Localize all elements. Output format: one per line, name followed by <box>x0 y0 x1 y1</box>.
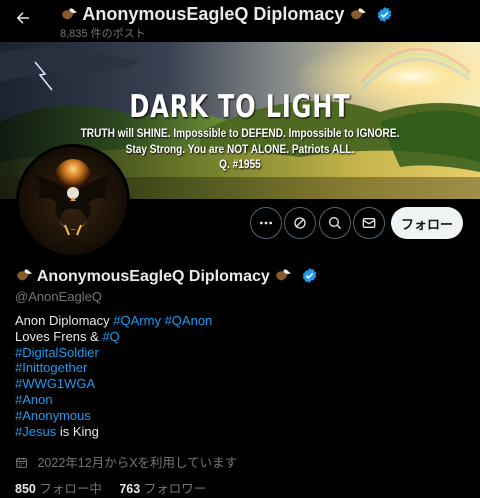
hashtag-link[interactable]: #WWG1WGA <box>15 376 95 391</box>
joined-date: 2022年12月からXを利用しています <box>15 452 237 471</box>
verified-badge-icon[interactable] <box>301 267 318 284</box>
header-title: AnonymousEagleQ Diplomacy <box>82 4 345 24</box>
hashtag-link[interactable]: #Inittogether <box>15 360 87 375</box>
eagle-emoji-icon <box>276 269 292 281</box>
profile-name: AnonymousEagleQ Diplomacy <box>36 268 270 285</box>
message-icon <box>362 218 376 228</box>
header-title-row: AnonymousEagleQ Diplomacy <box>60 4 393 25</box>
eagle-avatar-image <box>19 147 127 255</box>
banner-headline: DARK TO LIGHT <box>129 89 351 125</box>
hashtag-link[interactable]: #QAnon <box>165 313 213 328</box>
grok-button[interactable] <box>284 207 316 239</box>
profile-name-row: AnonymousEagleQ Diplomacy <box>15 267 318 286</box>
search-icon <box>329 217 342 230</box>
follow-button[interactable]: フォロー <box>391 207 463 239</box>
profile-handle: @AnonEagleQ <box>15 289 102 304</box>
followers-count: 763 <box>119 482 141 496</box>
grok-icon <box>294 217 306 229</box>
hashtag-link[interactable]: #Anonymous <box>15 408 91 423</box>
hashtag-link[interactable]: #Anon <box>15 392 53 407</box>
bio-text: is King <box>59 423 99 439</box>
top-bar: AnonymousEagleQ Diplomacy 8,835 件のポスト <box>0 0 480 42</box>
following-count: 850 <box>15 482 36 496</box>
hashtag-link[interactable]: #DigitalSoldier <box>15 345 99 360</box>
message-button[interactable] <box>353 207 385 239</box>
followers-link[interactable]: 763 フォロワー <box>119 482 206 496</box>
eagle-emoji-icon <box>351 8 367 20</box>
joined-text: 2022年12月からXを利用しています <box>37 456 238 470</box>
verified-badge-icon <box>378 7 392 22</box>
hashtag-link[interactable]: #Jesus <box>15 424 56 439</box>
profile-bio: Anon Diplomacy #QArmy #QAnon Loves Frens… <box>15 313 212 439</box>
back-arrow-icon[interactable] <box>14 9 32 27</box>
post-count: 8,835 件のポスト <box>60 28 146 40</box>
eagle-emoji-icon <box>16 269 32 281</box>
hashtag-link[interactable]: #QArmy <box>113 313 161 328</box>
eagle-emoji-icon <box>61 8 77 20</box>
banner-line-1: TRUTH will SHINE. Impossible to DEFEND. … <box>80 128 400 140</box>
bio-text: Anon Diplomacy <box>15 313 110 328</box>
more-icon <box>260 221 272 225</box>
avatar[interactable] <box>16 144 130 258</box>
hashtag-link[interactable]: #Q <box>102 329 119 344</box>
bio-text: Loves Frens & <box>15 328 99 344</box>
following-link[interactable]: 850 フォロー中 <box>15 482 102 496</box>
calendar-icon <box>16 457 27 468</box>
follow-stats: 850 フォロー中 763 フォロワー <box>15 478 206 497</box>
following-label: フォロー中 <box>39 482 102 496</box>
followers-label: フォロワー <box>143 482 207 496</box>
search-button[interactable] <box>319 207 351 239</box>
more-button[interactable] <box>250 207 282 239</box>
